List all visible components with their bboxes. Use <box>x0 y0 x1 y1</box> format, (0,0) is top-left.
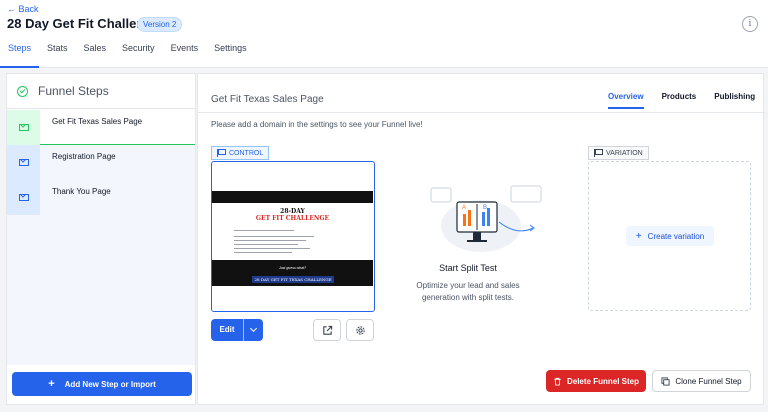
add-step-button[interactable]: + Add New Step or Import <box>12 372 192 396</box>
tab-settings[interactable]: Settings <box>206 43 255 68</box>
plus-icon: + <box>48 378 55 390</box>
preview-guess: Just guess what? <box>278 266 307 270</box>
back-link[interactable]: ← Back <box>7 4 39 14</box>
step-indicator <box>7 145 40 185</box>
flag-icon <box>594 149 603 157</box>
version-badge[interactable]: Version 2 <box>137 17 183 32</box>
create-variation-button[interactable]: + Create variation <box>626 226 714 246</box>
variation-tag: VARIATION <box>588 146 649 160</box>
svg-text:A: A <box>462 205 466 211</box>
preview-cta: 28 DAY GET FIT TEXAS CHALLENGE <box>252 276 334 283</box>
variation-placeholder: + Create variation <box>588 161 751 311</box>
edit-button[interactable]: Edit <box>211 319 263 341</box>
step-indicator <box>7 180 40 215</box>
mail-icon <box>18 194 29 201</box>
mail-icon <box>18 124 29 131</box>
step-settings-button[interactable] <box>346 319 374 341</box>
split-test-description: Optimize your lead and sales generation … <box>416 281 520 302</box>
divider <box>198 112 765 113</box>
chevron-down-icon <box>249 324 258 333</box>
tab-steps[interactable]: Steps <box>0 43 40 68</box>
add-step-label: Add New Step or Import <box>64 379 156 389</box>
tab-stats[interactable]: Stats <box>39 43 76 68</box>
sidebar-header: Funnel Steps <box>7 74 195 109</box>
step-page-name: Get Fit Texas Sales Page <box>211 94 324 105</box>
sidebar-background <box>7 215 195 365</box>
domain-notice: Please add a domain in the settings to s… <box>211 120 423 129</box>
step-label: Get Fit Texas Sales Page <box>52 117 143 126</box>
clone-step-label: Clone Funnel Step <box>675 376 742 386</box>
delete-step-label: Delete Funnel Step <box>566 376 639 386</box>
page-preview-thumbnail[interactable]: 28-DAY GET FIT CHALLENGE Just guess what… <box>211 161 375 312</box>
edit-label: Edit <box>211 319 244 341</box>
svg-text:B: B <box>483 205 487 211</box>
preview-text-line <box>234 230 294 231</box>
check-circle-icon <box>17 85 28 97</box>
variation-label: VARIATION <box>606 149 643 157</box>
preview-header-band <box>212 191 373 203</box>
open-page-button[interactable] <box>313 319 341 341</box>
tab-products[interactable]: Products <box>662 92 697 109</box>
tab-sales[interactable]: Sales <box>76 43 115 68</box>
step-list: Get Fit Texas Sales Page Registration Pa… <box>7 110 195 215</box>
info-icon[interactable]: i <box>742 16 758 32</box>
edit-dropdown-toggle[interactable] <box>244 319 263 341</box>
back-label: Back <box>18 4 39 14</box>
clone-step-button[interactable]: Clone Funnel Step <box>652 370 751 392</box>
detail-tabs: Overview Products Publishing <box>608 92 768 109</box>
control-label: CONTROL <box>229 149 264 157</box>
step-label: Registration Page <box>52 152 116 161</box>
preview-title: GET FIT CHALLENGE <box>255 215 330 222</box>
tab-overview[interactable]: Overview <box>608 92 644 109</box>
step-indicator <box>7 110 40 150</box>
tab-publishing[interactable]: Publishing <box>714 92 755 109</box>
preview-text-line <box>234 236 314 237</box>
step-label: Thank You Page <box>52 187 111 196</box>
control-tag: CONTROL <box>211 146 270 160</box>
create-variation-label: Create variation <box>647 231 705 241</box>
split-test-illustration: A B <box>430 185 542 252</box>
preview-text-line <box>234 252 292 253</box>
preview-day: 28-DAY <box>280 208 305 215</box>
preview-text-line <box>234 248 310 249</box>
flag-icon <box>217 149 226 157</box>
external-link-icon <box>322 325 332 335</box>
sidebar-item-thank-you-page[interactable]: Thank You Page <box>7 180 195 215</box>
tab-security[interactable]: Security <box>114 43 163 68</box>
funnel-steps-sidebar: Funnel Steps Get Fit Texas Sales Page Re… <box>6 73 196 405</box>
trash-icon <box>554 377 561 386</box>
preview-text-line <box>234 244 298 245</box>
tab-events[interactable]: Events <box>163 43 207 68</box>
top-tabs: Steps Stats Sales Security Events Settin… <box>0 43 255 68</box>
plus-icon: + <box>635 230 642 242</box>
sidebar-item-registration-page[interactable]: Registration Page <box>7 145 195 185</box>
preview-text-line <box>234 240 306 241</box>
step-detail-panel: Get Fit Texas Sales Page Overview Produc… <box>197 73 765 405</box>
split-test-title: Start Split Test <box>439 263 497 273</box>
sidebar-item-sales-page[interactable]: Get Fit Texas Sales Page <box>7 110 195 150</box>
top-bar: ← Back 28 Day Get Fit Challenge Version … <box>0 0 768 68</box>
delete-step-button[interactable]: Delete Funnel Step <box>546 370 646 392</box>
gear-icon <box>355 325 365 335</box>
sidebar-title: Funnel Steps <box>38 84 109 98</box>
copy-icon <box>661 376 670 386</box>
mail-icon <box>18 159 29 166</box>
